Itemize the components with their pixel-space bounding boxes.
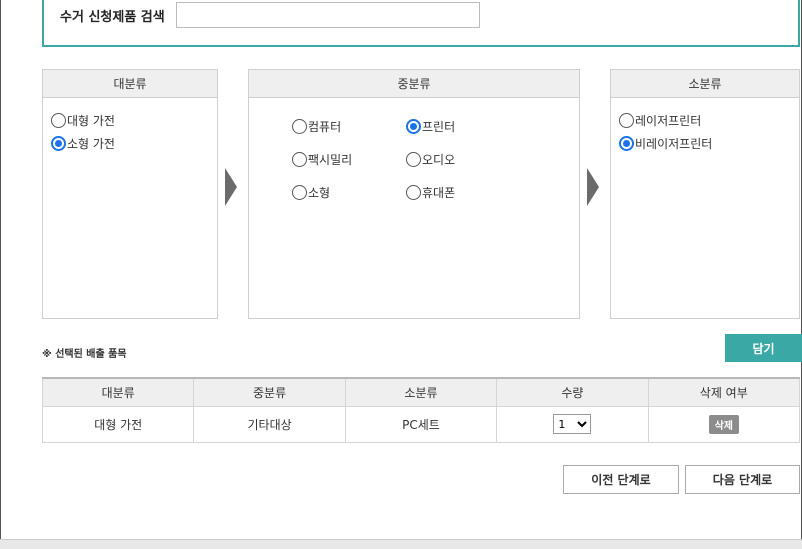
radio-large-0[interactable]: 대형 가전: [51, 112, 115, 129]
arrow-right-icon: [587, 168, 599, 206]
column-header: 수량: [496, 377, 649, 407]
radio-button[interactable]: [406, 152, 421, 167]
radio-medium-0[interactable]: 컴퓨터: [292, 118, 341, 135]
cell-medium: 기타대상: [193, 405, 346, 443]
radio-button[interactable]: [619, 136, 634, 151]
table-row: 대형 가전 기타대상 PC세트 1 삭제: [41, 405, 801, 443]
radio-small-1[interactable]: 비레이저프린터: [619, 135, 712, 152]
radio-button[interactable]: [51, 113, 66, 128]
column-header: 소분류: [344, 377, 498, 407]
radio-label: 컴퓨터: [308, 120, 342, 134]
radio-small-0[interactable]: 레이저프린터: [619, 112, 701, 129]
radio-label: 프린터: [422, 120, 456, 134]
category-large-panel: 대분류 대형 가전 소형 가전: [42, 69, 218, 319]
cell-delete: 삭제: [647, 405, 801, 443]
cell-small: PC세트: [344, 405, 498, 443]
category-large-title: 대분류: [43, 70, 217, 98]
search-label: 수거 신청제품 검색: [60, 10, 165, 25]
search-panel: 수거 신청제품 검색: [42, 0, 800, 47]
radio-button[interactable]: [406, 119, 421, 134]
column-header: 대분류: [41, 377, 195, 407]
radio-medium-5[interactable]: 휴대폰: [406, 184, 455, 201]
column-header: 삭제 여부: [647, 377, 801, 407]
selected-items-table: 대분류 중분류 소분류 수량 삭제 여부 대형 가전 기타대상 PC세트 1 삭…: [41, 377, 801, 443]
cell-large: 대형 가전: [41, 405, 195, 443]
add-button[interactable]: 담기: [725, 334, 802, 362]
radio-label: 비레이저프린터: [635, 137, 713, 151]
search-input[interactable]: [176, 2, 480, 28]
category-small-panel: 소분류 레이저프린터 비레이저프린터: [610, 69, 800, 319]
radio-large-1[interactable]: 소형 가전: [51, 135, 115, 152]
selected-items-note: ※ 선택된 배출 품목: [42, 349, 127, 360]
next-step-button[interactable]: 다음 단계로: [685, 465, 800, 494]
radio-button[interactable]: [292, 152, 307, 167]
arrow-right-icon: [225, 168, 237, 206]
radio-label: 휴대폰: [422, 186, 456, 200]
radio-label: 대형 가전: [67, 114, 115, 128]
radio-medium-1[interactable]: 프린터: [406, 118, 455, 135]
radio-button[interactable]: [51, 136, 66, 151]
category-small-title: 소분류: [611, 70, 799, 98]
radio-medium-3[interactable]: 오디오: [406, 151, 455, 168]
category-medium-title: 중분류: [249, 70, 579, 98]
quantity-select[interactable]: 1: [553, 414, 592, 434]
radio-label: 소형: [308, 186, 331, 200]
radio-button[interactable]: [619, 113, 634, 128]
radio-label: 오디오: [422, 153, 456, 167]
radio-button[interactable]: [406, 185, 421, 200]
column-header: 중분류: [193, 377, 346, 407]
radio-medium-2[interactable]: 팩시밀리: [292, 151, 352, 168]
radio-label: 팩시밀리: [308, 153, 353, 167]
radio-label: 소형 가전: [67, 137, 115, 151]
prev-step-button[interactable]: 이전 단계로: [563, 465, 679, 494]
cell-quantity: 1: [496, 405, 649, 443]
bottom-bar: [0, 539, 802, 549]
radio-button[interactable]: [292, 185, 307, 200]
table-header-row: 대분류 중분류 소분류 수량 삭제 여부: [41, 377, 801, 407]
category-medium-panel: 중분류 컴퓨터 프린터 팩시밀리 오디오 소형 휴대폰: [248, 69, 580, 319]
radio-label: 레이저프린터: [635, 114, 702, 128]
radio-medium-4[interactable]: 소형: [292, 184, 330, 201]
radio-button[interactable]: [292, 119, 307, 134]
delete-button[interactable]: 삭제: [708, 414, 739, 434]
